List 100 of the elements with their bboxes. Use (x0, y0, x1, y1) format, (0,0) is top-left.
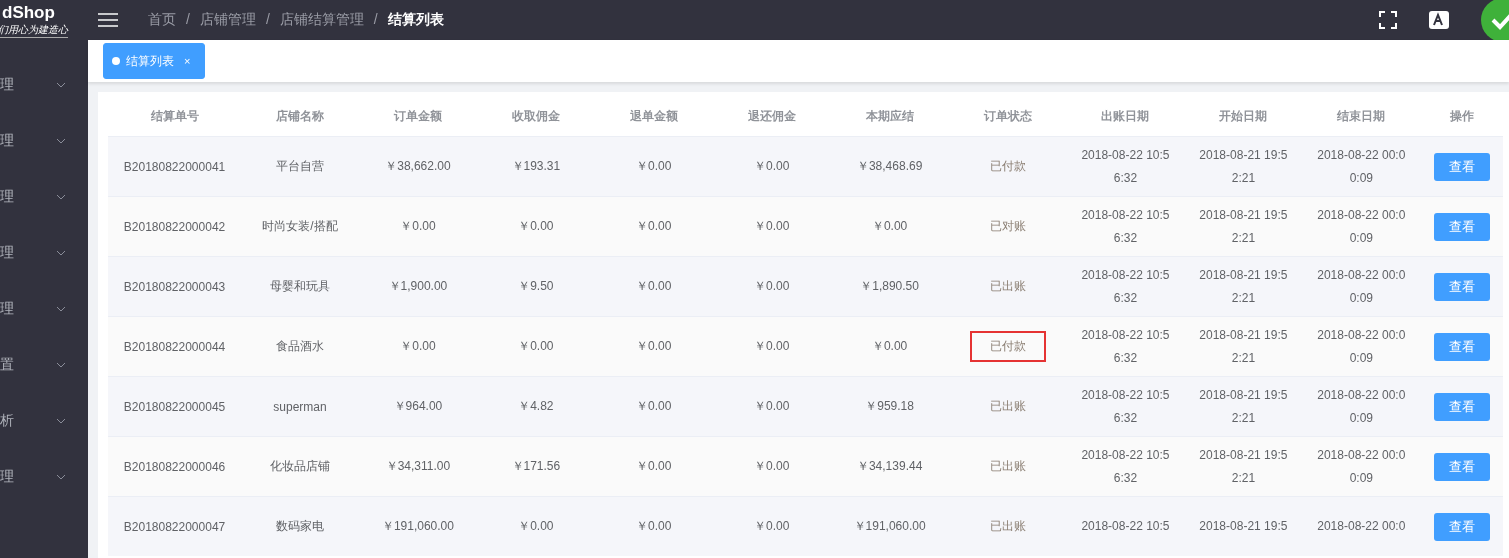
table-cell: superman (273, 399, 327, 414)
column-header: 订单金额 (358, 96, 477, 137)
breadcrumb-separator: / (373, 11, 378, 29)
table-cell: B20180822000042 (123, 219, 226, 234)
table-cell: ￥0.00 (518, 219, 554, 233)
date-cell: 2018-08-22 10:5 6:32 (1081, 147, 1170, 185)
chevron-down-icon (56, 138, 66, 144)
column-header: 出账日期 (1066, 96, 1185, 137)
column-header: 结算单号 (108, 96, 242, 137)
table-cell: ￥191,060.00 (381, 519, 454, 533)
table-cell: B20180822000046 (123, 459, 226, 474)
sidebar-item[interactable]: 理 (0, 132, 88, 188)
sidebar-item[interactable]: 析 (0, 412, 88, 468)
table-cell: ￥38,662.00 (385, 159, 451, 173)
table-cell: ￥38,468.69 (856, 159, 923, 173)
date-cell: 2018-08-21 19:5 2:21 (1199, 207, 1288, 245)
menu-icon[interactable] (98, 13, 118, 27)
page-tab[interactable]: 结算列表 × (103, 43, 206, 79)
view-button[interactable]: 查看 (1433, 392, 1490, 421)
dot-icon (112, 57, 120, 65)
table-cell: ￥0.00 (636, 519, 672, 533)
table-cell: ￥0.00 (636, 399, 672, 413)
table-cell: ￥0.00 (400, 219, 436, 233)
status-text: 已对账 (988, 218, 1027, 235)
table-cell: ￥0.00 (754, 519, 790, 533)
table-cell: ￥1,890.50 (860, 279, 919, 293)
sidebar-item[interactable]: 置 (0, 356, 88, 412)
date-cell: 2018-08-22 00:0 0:09 (1317, 207, 1406, 245)
table-cell: ￥0.00 (636, 459, 672, 473)
date-cell: 2018-08-22 10:5 6:32 (1081, 327, 1170, 365)
table-cell: ￥191,060.00 (853, 519, 926, 533)
date-cell: 2018-08-21 19:5 (1199, 519, 1288, 533)
date-cell: 2018-08-22 00:0 0:09 (1317, 447, 1406, 485)
date-cell: 2018-08-21 19:5 2:21 (1199, 267, 1288, 305)
table-cell: ￥0.00 (754, 399, 790, 413)
logo-text: dShop (2, 2, 55, 23)
table-cell: ￥9.50 (518, 279, 554, 293)
table-cell: 数码家电 (276, 519, 324, 533)
status-text: 已付款 (969, 331, 1046, 362)
font-size-icon[interactable] (1429, 11, 1449, 29)
table-cell: ￥1,900.00 (388, 279, 448, 293)
date-cell: 2018-08-22 00:0 0:09 (1317, 267, 1406, 305)
table-cell: ￥171.56 (511, 459, 561, 473)
status-text: 已出账 (988, 458, 1027, 475)
table-cell: ￥0.00 (754, 219, 790, 233)
fullscreen-icon[interactable] (1379, 11, 1397, 29)
date-cell: 2018-08-22 10:5 6:32 (1081, 447, 1170, 485)
chevron-down-icon (56, 194, 66, 200)
chevron-down-icon (56, 474, 66, 480)
table-cell: ￥0.00 (636, 339, 672, 353)
table-cell: 食品酒水 (276, 339, 324, 353)
close-icon[interactable]: × (184, 55, 191, 67)
table-cell: ￥0.00 (636, 159, 672, 173)
sidebar-item[interactable]: 理 (0, 244, 88, 300)
date-cell: 2018-08-21 19:5 2:21 (1199, 147, 1288, 185)
date-cell: 2018-08-22 10:5 (1081, 519, 1170, 533)
view-button[interactable]: 查看 (1433, 152, 1490, 181)
date-cell: 2018-08-21 19:5 2:21 (1199, 447, 1288, 485)
breadcrumb-item: 结算列表 (387, 11, 444, 29)
table-cell: ￥0.00 (754, 339, 790, 353)
table-cell: ￥34,311.00 (385, 459, 451, 473)
view-button[interactable]: 查看 (1433, 212, 1490, 241)
status-text: 已出账 (988, 518, 1027, 535)
column-header: 收取佣金 (476, 96, 595, 137)
table-cell: ￥0.00 (636, 219, 672, 233)
breadcrumb-item[interactable]: 店铺结算管理 (279, 11, 364, 29)
sidebar-item[interactable]: 理 (0, 468, 88, 524)
view-button[interactable]: 查看 (1433, 512, 1490, 541)
table-cell: ￥964.00 (393, 399, 443, 413)
table-cell: 平台自营 (276, 159, 324, 173)
view-button[interactable]: 查看 (1433, 272, 1490, 301)
chevron-down-icon (56, 250, 66, 256)
breadcrumb-item[interactable]: 首页 (148, 11, 176, 29)
table-cell: B20180822000044 (123, 339, 226, 354)
date-cell: 2018-08-22 00:0 0:09 (1317, 147, 1406, 185)
table-cell: ￥0.00 (754, 159, 790, 173)
table-cell: ￥0.00 (518, 519, 554, 533)
breadcrumb-item[interactable]: 店铺管理 (199, 11, 256, 29)
sidebar-item[interactable]: 理 (0, 188, 88, 244)
column-header: 结束日期 (1302, 96, 1421, 137)
table-cell: 化妆品店铺 (270, 459, 330, 473)
view-button[interactable]: 查看 (1433, 452, 1490, 481)
sidebar-item[interactable]: 理 (0, 76, 88, 132)
sidebar-item[interactable]: 理 (0, 300, 88, 356)
table-cell: ￥0.00 (871, 219, 908, 233)
date-cell: 2018-08-22 00:0 0:09 (1317, 387, 1406, 425)
view-button[interactable]: 查看 (1433, 332, 1490, 361)
chevron-down-icon (56, 418, 66, 424)
chevron-down-icon (56, 362, 66, 368)
table-cell: ￥4.82 (518, 399, 554, 413)
table-cell: B20180822000043 (123, 279, 226, 294)
table-cell: ￥0.00 (518, 339, 554, 353)
status-text: 已付款 (988, 158, 1027, 175)
table-cell: B20180822000045 (123, 399, 226, 414)
table-cell: ￥0.00 (400, 339, 436, 353)
table-cell: ￥959.18 (865, 399, 914, 413)
date-cell: 2018-08-22 00:0 (1317, 519, 1406, 533)
column-header: 订单状态 (948, 96, 1067, 137)
table-cell: ￥0.00 (871, 339, 908, 353)
date-cell: 2018-08-21 19:5 2:21 (1199, 327, 1288, 365)
